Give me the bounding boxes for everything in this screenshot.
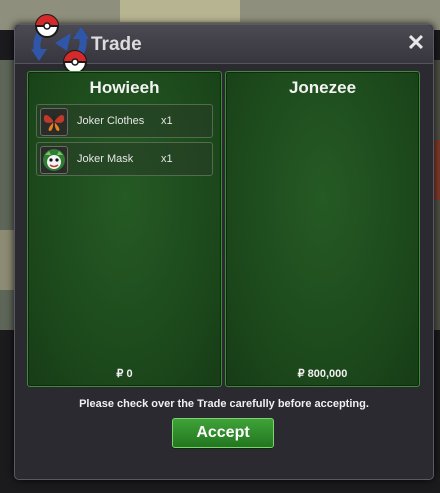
right-player-name: Jonezee bbox=[288, 78, 357, 97]
trade-item-joker-clothes[interactable]: Joker Clothes x1 bbox=[36, 104, 213, 138]
window-title: Trade bbox=[91, 34, 142, 55]
trade-logo-icon bbox=[31, 14, 89, 74]
right-money-offer: ₽ 800,000 bbox=[297, 368, 348, 380]
item-quantity: x1 bbox=[161, 115, 173, 127]
item-quantity: x1 bbox=[161, 153, 173, 165]
close-icon: ✕ bbox=[406, 30, 426, 55]
close-button[interactable]: ✕ bbox=[405, 31, 427, 55]
item-icon-box bbox=[40, 108, 68, 136]
trade-warning-message: Please check over the Trade carefully be… bbox=[79, 398, 369, 410]
right-trade-panel: Jonezee ₽ 800,000 bbox=[225, 71, 420, 387]
item-name: Joker Mask bbox=[77, 153, 134, 165]
item-name: Joker Clothes bbox=[77, 115, 145, 127]
left-player-name: Howieeh bbox=[89, 78, 160, 97]
accept-button[interactable]: Accept bbox=[172, 418, 274, 448]
trade-window: Trade ✕ Howieeh Joker Clothes x1 Joker M… bbox=[14, 14, 434, 480]
left-trade-panel: Howieeh Joker Clothes x1 Joker Mask x1 ₽… bbox=[27, 71, 222, 387]
trade-item-joker-mask[interactable]: Joker Mask x1 bbox=[36, 142, 213, 176]
background-building bbox=[120, 0, 240, 22]
joker-mask-icon bbox=[43, 149, 65, 171]
butterfly-icon bbox=[43, 115, 65, 131]
item-icon-box bbox=[40, 146, 68, 174]
left-money-offer: ₽ 0 bbox=[116, 368, 133, 380]
